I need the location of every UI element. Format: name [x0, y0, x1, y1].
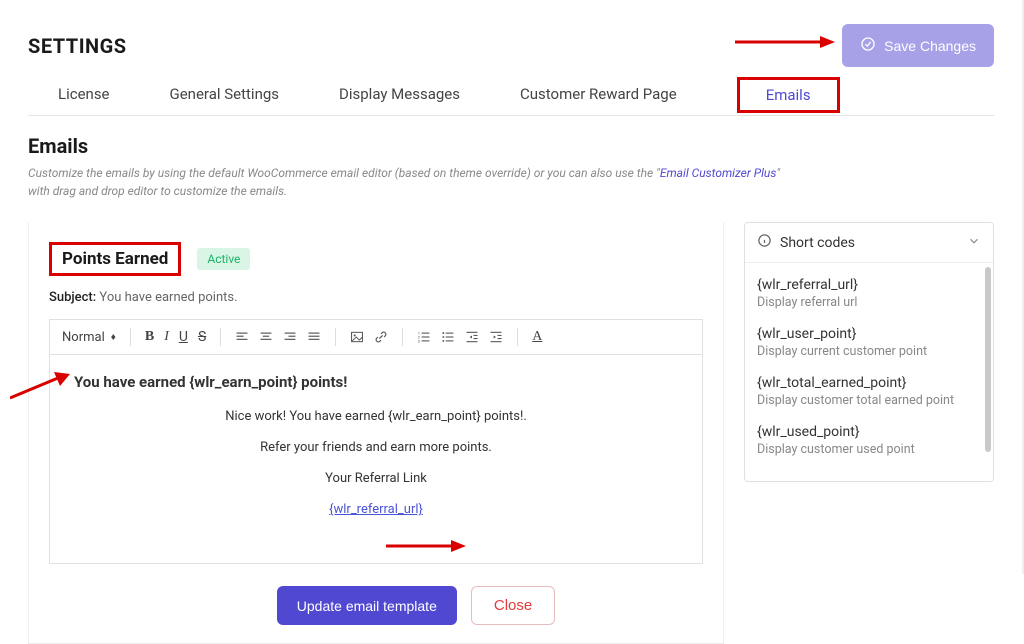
subject-value: You have earned points.	[99, 290, 237, 305]
rich-text-editor: Normal ♦ B I U S	[49, 319, 703, 564]
ordered-list-button[interactable]: 123	[417, 330, 431, 344]
shortcode-desc: Display current customer point	[757, 344, 981, 359]
annotation-arrow-icon	[386, 536, 466, 556]
tab-display-messages[interactable]: Display Messages	[339, 85, 460, 105]
info-icon	[757, 233, 772, 252]
outdent-button[interactable]	[465, 330, 479, 344]
tab-customer-reward-page[interactable]: Customer Reward Page	[520, 85, 677, 105]
strike-button[interactable]: S	[198, 329, 206, 345]
status-badge: Active	[197, 248, 250, 270]
editor-toolbar: Normal ♦ B I U S	[50, 320, 702, 355]
email-editor-panel: Points Earned Active Subject: You have e…	[28, 222, 724, 644]
link-button[interactable]	[374, 330, 388, 344]
underline-button[interactable]: U	[179, 329, 188, 345]
italic-button[interactable]: I	[164, 329, 169, 345]
close-button[interactable]: Close	[471, 586, 555, 625]
bold-button[interactable]: B	[145, 329, 154, 345]
section-title: Emails	[28, 134, 994, 158]
shortcode-desc: Display referral url	[757, 295, 981, 310]
email-card-title: Points Earned	[62, 249, 168, 269]
email-customizer-plus-link[interactable]: Email Customizer Plus	[660, 166, 776, 180]
body-line-3: Refer your friends and earn more points.	[74, 440, 678, 455]
shortcode-desc: Display customer total earned point	[757, 393, 981, 408]
shortcode-item[interactable]: {wlr_total_earned_point} Display custome…	[757, 369, 981, 418]
tab-license[interactable]: License	[58, 85, 110, 105]
tab-general-settings[interactable]: General Settings	[170, 85, 280, 105]
save-changes-button[interactable]: Save Changes	[842, 24, 994, 67]
text-color-button[interactable]: A	[532, 329, 542, 345]
email-card-title-box: Points Earned	[49, 242, 181, 276]
shortcode-code: {wlr_user_point}	[757, 326, 981, 342]
tabs-bar: License General Settings Display Message…	[28, 85, 994, 116]
shortcodes-header[interactable]: Short codes	[745, 223, 993, 263]
shortcodes-list: {wlr_referral_url} Display referral url …	[745, 263, 993, 481]
shortcode-item[interactable]: {wlr_used_point} Display customer used p…	[757, 418, 981, 467]
caret-icon: ♦	[111, 332, 116, 343]
indent-button[interactable]	[489, 330, 503, 344]
shortcode-code: {wlr_total_earned_point}	[757, 375, 981, 391]
shortcodes-panel: Short codes {wlr_referral_url} Display r…	[744, 222, 994, 482]
shortcode-desc: Display customer used point	[757, 442, 981, 457]
page-title: SETTINGS	[28, 34, 127, 58]
align-justify-button[interactable]	[307, 330, 321, 344]
save-button-label: Save Changes	[884, 38, 976, 54]
annotation-arrow-icon	[735, 32, 835, 52]
body-line-2: Nice work! You have earned {wlr_earn_poi…	[74, 409, 678, 424]
tab-emails[interactable]: Emails	[737, 77, 840, 113]
image-button[interactable]	[350, 330, 364, 344]
chevron-down-icon	[967, 234, 981, 252]
subject-label: Subject:	[49, 290, 96, 305]
body-heading: You have earned {wlr_earn_point} points!	[74, 373, 678, 391]
desc-text-pre: Customize the emails by using the defaul…	[28, 166, 660, 180]
format-label: Normal	[62, 330, 105, 345]
shortcode-item[interactable]: {wlr_referral_url} Display referral url	[757, 271, 981, 320]
check-circle-icon	[860, 36, 876, 55]
align-right-button[interactable]	[283, 330, 297, 344]
body-line-4: Your Referral Link	[74, 471, 678, 486]
bullet-list-button[interactable]	[441, 330, 455, 344]
align-left-button[interactable]	[235, 330, 249, 344]
subject-row: Subject: You have earned points.	[49, 290, 703, 305]
format-dropdown[interactable]: Normal ♦	[62, 330, 116, 345]
svg-text:3: 3	[418, 338, 420, 343]
scrollbar[interactable]	[985, 267, 991, 452]
shortcode-code: {wlr_referral_url}	[757, 277, 981, 293]
body-referral-link[interactable]: {wlr_referral_url}	[329, 502, 423, 517]
editor-body[interactable]: You have earned {wlr_earn_point} points!…	[50, 355, 702, 563]
update-email-template-button[interactable]: Update email template	[277, 586, 457, 625]
shortcodes-title: Short codes	[780, 235, 855, 251]
shortcode-item[interactable]: {wlr_user_point} Display current custome…	[757, 320, 981, 369]
annotation-arrow-icon	[10, 370, 70, 400]
shortcode-code: {wlr_used_point}	[757, 424, 981, 440]
section-description: Customize the emails by using the defaul…	[28, 164, 788, 200]
align-center-button[interactable]	[259, 330, 273, 344]
